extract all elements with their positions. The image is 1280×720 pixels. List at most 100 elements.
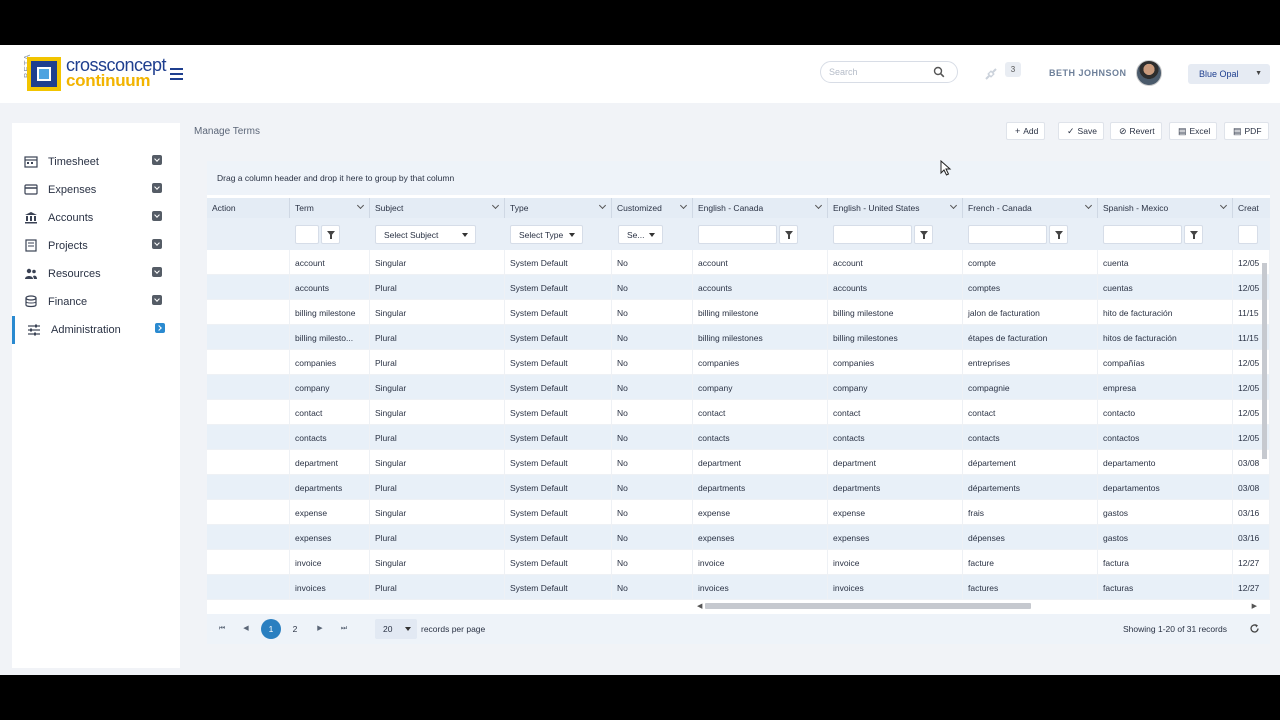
action-cell[interactable] <box>207 250 290 275</box>
customized-cell[interactable]: No <box>612 450 693 475</box>
type-cell[interactable]: System Default <box>505 425 612 450</box>
spanish-mexico-cell[interactable]: cuenta <box>1098 250 1233 275</box>
subject-cell[interactable]: Singular <box>370 550 505 575</box>
subject-cell[interactable]: Plural <box>370 325 505 350</box>
english-canada-cell[interactable]: invoices <box>693 575 828 600</box>
type-cell[interactable]: System Default <box>505 325 612 350</box>
chevron-down-icon[interactable] <box>814 201 823 210</box>
type-cell[interactable]: System Default <box>505 450 612 475</box>
subject-cell[interactable]: Singular <box>370 250 505 275</box>
action-cell[interactable] <box>207 525 290 550</box>
chevron-down-icon[interactable] <box>152 211 162 221</box>
customized-cell[interactable]: No <box>612 350 693 375</box>
french-canada-cell[interactable]: facture <box>963 550 1098 575</box>
term-cell[interactable]: invoice <box>290 550 370 575</box>
english-us-cell[interactable]: department <box>828 450 963 475</box>
action-cell[interactable] <box>207 575 290 600</box>
subject-cell[interactable]: Singular <box>370 500 505 525</box>
save-button[interactable]: ✓ Save <box>1058 122 1104 140</box>
english-canada-cell[interactable]: accounts <box>693 275 828 300</box>
spanish-mexico-cell[interactable]: gastos <box>1098 500 1233 525</box>
type-cell[interactable]: System Default <box>505 375 612 400</box>
french-canada-cell[interactable]: factures <box>963 575 1098 600</box>
english-us-filter-input[interactable] <box>833 225 912 244</box>
chevron-down-icon[interactable] <box>152 155 162 165</box>
table-row[interactable]: companies Plural System Default No companies… <box>207 350 1270 375</box>
english-canada-cell[interactable]: billing milestones <box>693 325 828 350</box>
spanish-mexico-cell[interactable]: departamento <box>1098 450 1233 475</box>
spanish-mexico-cell[interactable]: factura <box>1098 550 1233 575</box>
english-us-cell[interactable]: departments <box>828 475 963 500</box>
term-cell[interactable]: contacts <box>290 425 370 450</box>
column-header-created[interactable]: Creat <box>1233 198 1270 218</box>
add-button[interactable]: + Add <box>1006 122 1046 140</box>
type-cell[interactable]: System Default <box>505 500 612 525</box>
page-button-1[interactable]: 1 <box>261 619 281 639</box>
arrow-left-icon[interactable]: ◀ <box>697 602 702 610</box>
customized-cell[interactable]: No <box>612 575 693 600</box>
english-canada-cell[interactable]: departments <box>693 475 828 500</box>
table-row[interactable]: department Singular System Default No depart… <box>207 450 1270 475</box>
term-cell[interactable]: account <box>290 250 370 275</box>
last-page-icon[interactable]: ⏭ <box>334 619 354 639</box>
scrollbar-thumb[interactable] <box>1262 263 1267 459</box>
action-cell[interactable] <box>207 500 290 525</box>
french-canada-cell[interactable]: contact <box>963 400 1098 425</box>
table-row[interactable]: billing milestone Singular System Default N… <box>207 300 1270 325</box>
french-canada-cell[interactable]: dépenses <box>963 525 1098 550</box>
french-canada-cell[interactable]: jalon de facturation <box>963 300 1098 325</box>
english-canada-cell[interactable]: expense <box>693 500 828 525</box>
customized-cell[interactable]: No <box>612 375 693 400</box>
subject-cell[interactable]: Plural <box>370 475 505 500</box>
sidebar-item-resources[interactable]: Resources <box>12 260 180 288</box>
column-header-spanish-mexico[interactable]: Spanish - Mexico <box>1098 198 1233 218</box>
spanish-mexico-cell[interactable]: cuentas <box>1098 275 1233 300</box>
english-us-cell[interactable]: company <box>828 375 963 400</box>
search-icon[interactable] <box>933 66 945 78</box>
term-filter-input[interactable] <box>295 225 319 244</box>
english-canada-cell[interactable]: expenses <box>693 525 828 550</box>
column-header-english-us[interactable]: English - United States <box>828 198 963 218</box>
type-filter-select[interactable]: Select Type <box>510 225 583 244</box>
english-canada-cell[interactable]: invoice <box>693 550 828 575</box>
next-page-icon[interactable]: ▶ <box>310 619 330 639</box>
english-us-cell[interactable]: companies <box>828 350 963 375</box>
sidebar-item-projects[interactable]: Projects <box>12 232 180 260</box>
english-canada-cell[interactable]: department <box>693 450 828 475</box>
filter-icon[interactable] <box>779 225 798 244</box>
filter-icon[interactable] <box>321 225 340 244</box>
subject-cell[interactable]: Plural <box>370 425 505 450</box>
subject-cell[interactable]: Plural <box>370 525 505 550</box>
chevron-down-icon[interactable] <box>679 201 688 210</box>
sidebar-item-finance[interactable]: Finance <box>12 288 180 316</box>
action-cell[interactable] <box>207 450 290 475</box>
customized-cell[interactable]: No <box>612 525 693 550</box>
spanish-mexico-cell[interactable]: hitos de facturación <box>1098 325 1233 350</box>
term-cell[interactable]: company <box>290 375 370 400</box>
table-row[interactable]: account Singular System Default No account ac… <box>207 250 1270 275</box>
action-cell[interactable] <box>207 275 290 300</box>
vertical-scrollbar[interactable] <box>1260 251 1269 599</box>
customized-cell[interactable]: No <box>612 300 693 325</box>
column-header-type[interactable]: Type <box>505 198 612 218</box>
chevron-down-icon[interactable] <box>152 239 162 249</box>
subject-cell[interactable]: Plural <box>370 575 505 600</box>
term-cell[interactable]: departments <box>290 475 370 500</box>
subject-cell[interactable]: Plural <box>370 350 505 375</box>
chevron-down-icon[interactable] <box>949 201 958 210</box>
chevron-down-icon[interactable] <box>1219 201 1228 210</box>
term-cell[interactable]: billing milesto... <box>290 325 370 350</box>
term-cell[interactable]: department <box>290 450 370 475</box>
created-filter-input[interactable] <box>1238 225 1258 244</box>
french-canada-cell[interactable]: contacts <box>963 425 1098 450</box>
customized-cell[interactable]: No <box>612 250 693 275</box>
term-cell[interactable]: expenses <box>290 525 370 550</box>
sidebar-item-timesheet[interactable]: Timesheet <box>12 148 180 176</box>
prev-page-icon[interactable]: ◀ <box>236 619 256 639</box>
term-cell[interactable]: companies <box>290 350 370 375</box>
chevron-down-icon[interactable] <box>152 295 162 305</box>
notification-badge[interactable]: 3 <box>1005 62 1021 77</box>
hamburger-menu-icon[interactable] <box>170 68 183 80</box>
table-row[interactable]: contact Singular System Default No contact co… <box>207 400 1270 425</box>
type-cell[interactable]: System Default <box>505 350 612 375</box>
